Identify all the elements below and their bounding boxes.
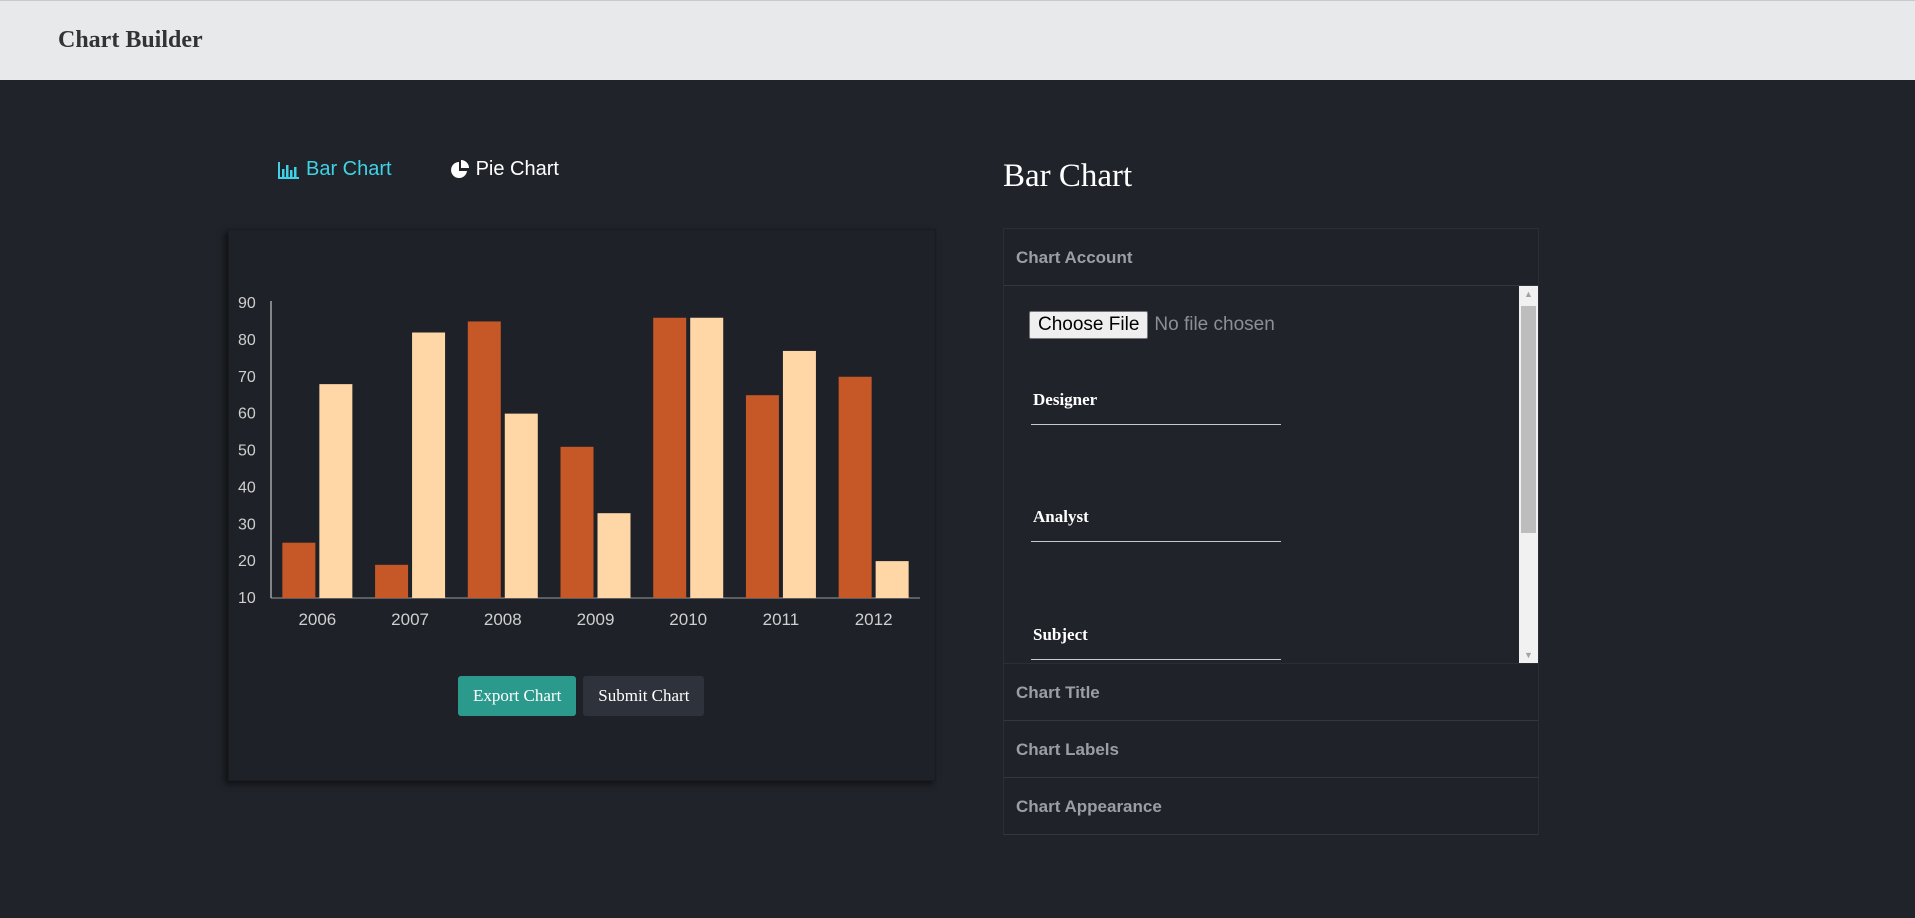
subject-label: Subject — [1031, 625, 1281, 660]
bar-series-2-2009 — [597, 513, 631, 598]
chart-type-tabs: Bar Chart Pie Chart — [278, 158, 559, 181]
bar-chart-icon — [278, 161, 300, 179]
chart-actions: Export Chart Submit Chart — [458, 676, 705, 716]
submit-chart-button[interactable]: Submit Chart — [583, 676, 705, 716]
y-tick-label: 30 — [238, 516, 256, 533]
analyst-label: Analyst — [1031, 507, 1281, 542]
tab-bar-chart-label: Bar Chart — [306, 158, 392, 180]
settings-accordion: Chart Account Choose File No file chosen… — [1003, 228, 1539, 835]
x-tick-label: 2010 — [669, 610, 707, 629]
bar-series-2-2012 — [875, 561, 909, 598]
scrollbar-thumb[interactable] — [1521, 306, 1536, 533]
choose-file-button[interactable]: Choose File — [1029, 311, 1149, 339]
section-chart-appearance[interactable]: Chart Appearance — [1004, 778, 1538, 835]
chart-account-body: Choose File No file chosen Designer Anal… — [1004, 286, 1538, 664]
top-navbar: Chart Builder — [0, 0, 1915, 80]
bar-series-2-2011 — [782, 350, 816, 598]
y-tick-label: 80 — [238, 332, 256, 349]
bar-series-2-2010 — [690, 317, 724, 598]
y-tick-label: 40 — [238, 479, 256, 496]
y-tick-label: 50 — [238, 443, 256, 460]
bar-series-1-2012 — [838, 376, 872, 598]
y-tick-label: 20 — [238, 553, 256, 570]
file-status: No file chosen — [1154, 314, 1275, 335]
subject-field[interactable]: Subject — [1031, 625, 1281, 660]
y-tick-label: 70 — [238, 369, 256, 386]
bar-series-1-2011 — [745, 395, 779, 598]
bar-series-1-2009 — [560, 446, 594, 598]
panel-title: Bar Chart — [1003, 158, 1133, 194]
tab-pie-chart[interactable]: Pie Chart — [450, 158, 559, 181]
bar-series-1-2007 — [375, 564, 409, 598]
section-chart-account[interactable]: Chart Account — [1004, 229, 1538, 286]
designer-field[interactable]: Designer — [1031, 390, 1281, 425]
x-tick-label: 2007 — [391, 610, 429, 629]
chart-preview-card: 10 20 30 40 50 60 70 80 90 2006 2007 2008 2009 2010 20… — [228, 229, 936, 781]
bar-series-2-2006 — [319, 384, 353, 598]
scroll-up-icon[interactable]: ▲ — [1519, 286, 1538, 303]
bar-series-1-2010 — [653, 317, 687, 598]
x-tick-label: 2009 — [577, 610, 615, 629]
designer-label: Designer — [1031, 390, 1281, 425]
analyst-field[interactable]: Analyst — [1031, 507, 1281, 542]
x-tick-label: 2012 — [855, 610, 893, 629]
pie-chart-icon — [450, 159, 470, 180]
x-tick-label: 2006 — [298, 610, 336, 629]
scrollbar[interactable]: ▲ ▼ — [1519, 286, 1538, 663]
section-chart-labels[interactable]: Chart Labels — [1004, 721, 1538, 778]
file-input: Choose File No file chosen — [1029, 311, 1275, 339]
scroll-down-icon[interactable]: ▼ — [1519, 647, 1538, 663]
y-tick-label: 90 — [238, 295, 256, 312]
bar-series-2-2008 — [504, 413, 538, 598]
x-tick-label: 2008 — [484, 610, 522, 629]
tab-bar-chart[interactable]: Bar Chart — [278, 158, 392, 181]
y-tick-label: 10 — [238, 590, 256, 607]
app-title[interactable]: Chart Builder — [58, 27, 203, 54]
tab-pie-chart-label: Pie Chart — [475, 158, 559, 180]
bar-series-1-2006 — [282, 542, 316, 598]
bar-series-2-2007 — [412, 332, 446, 598]
bar-series-1-2008 — [467, 321, 501, 598]
section-chart-title[interactable]: Chart Title — [1004, 664, 1538, 721]
y-tick-label: 60 — [238, 406, 256, 423]
export-chart-button[interactable]: Export Chart — [458, 676, 577, 716]
bar-chart: 10 20 30 40 50 60 70 80 90 2006 2007 2008 2009 2010 20… — [238, 295, 920, 629]
x-tick-label: 2011 — [763, 610, 800, 629]
